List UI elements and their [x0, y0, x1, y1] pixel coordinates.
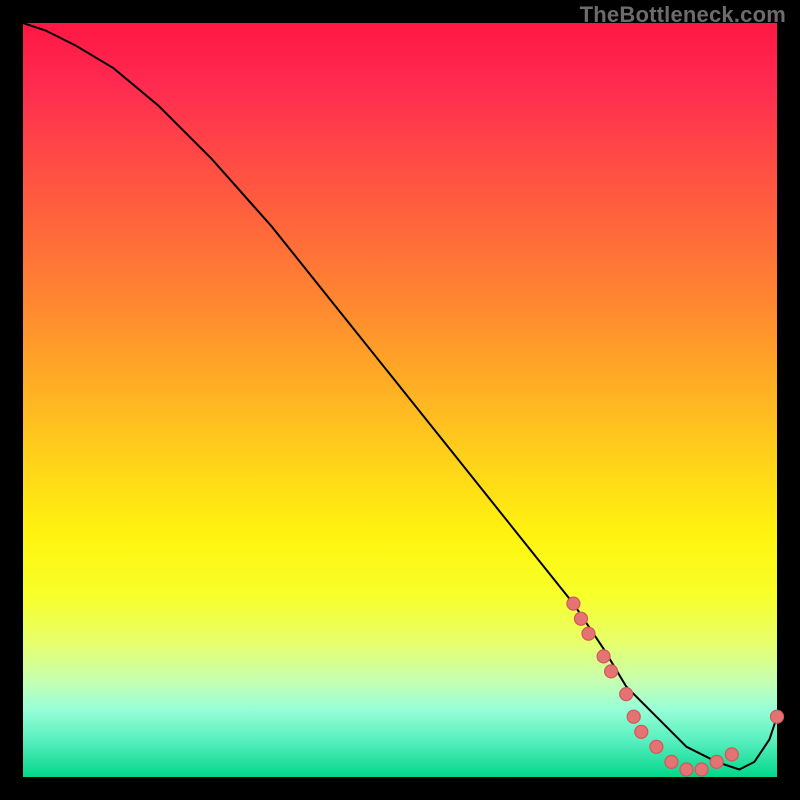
curve-layer: [23, 23, 777, 777]
marker-dot: [620, 688, 633, 701]
marker-dot: [582, 627, 595, 640]
marker-dot: [627, 710, 640, 723]
marker-dot: [567, 597, 580, 610]
plot-area: [23, 23, 777, 777]
marker-dot: [635, 725, 648, 738]
bottleneck-curve: [23, 23, 777, 770]
marker-dot: [575, 612, 588, 625]
marker-dot: [605, 665, 618, 678]
marker-dot: [680, 763, 693, 776]
marker-dot: [725, 748, 738, 761]
marker-dot: [695, 763, 708, 776]
marker-group: [567, 597, 784, 776]
watermark-text: TheBottleneck.com: [580, 2, 786, 28]
marker-dot: [650, 740, 663, 753]
marker-dot: [665, 755, 678, 768]
marker-dot: [771, 710, 784, 723]
marker-dot: [597, 650, 610, 663]
chart-canvas: TheBottleneck.com: [0, 0, 800, 800]
marker-dot: [710, 755, 723, 768]
